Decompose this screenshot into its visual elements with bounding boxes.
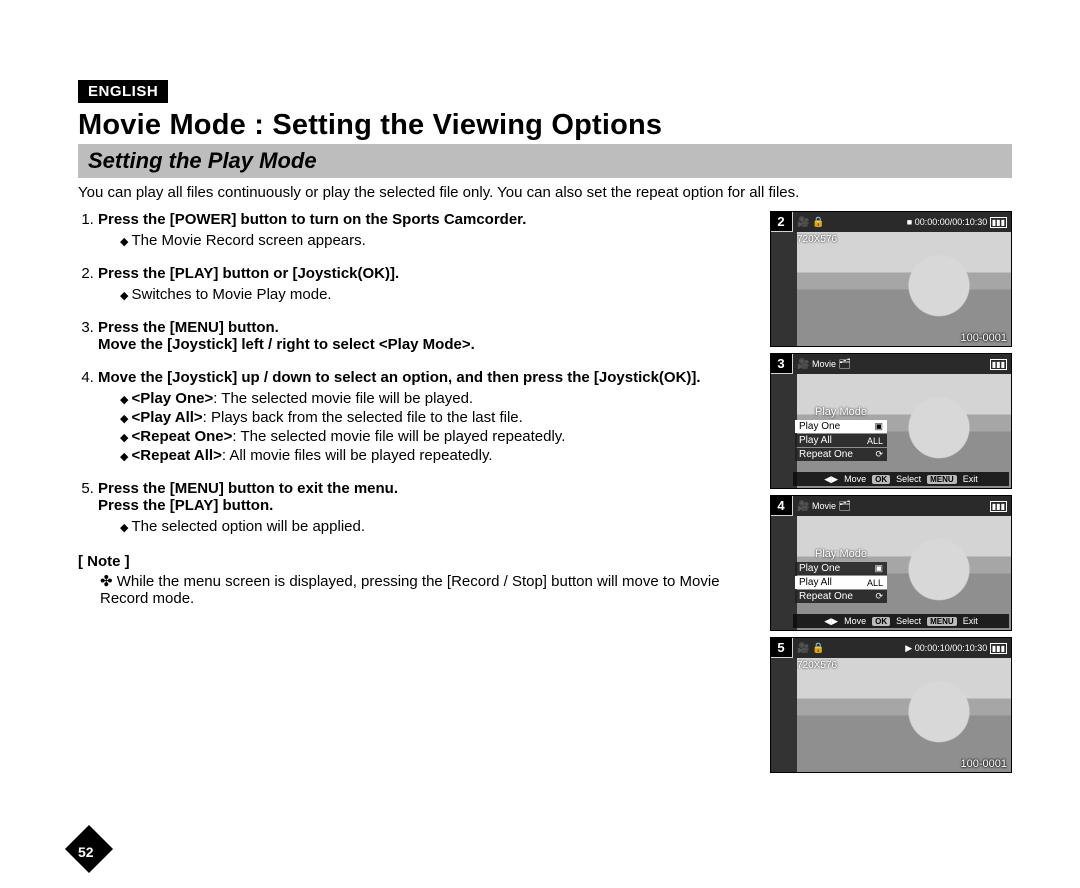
hint-bar: ◀▶Move OKSelect MENUExit bbox=[793, 472, 1009, 486]
mode-label: Movie bbox=[812, 359, 836, 369]
option-item: <Play One>: The selected movie file will… bbox=[120, 390, 756, 407]
lcd-screenshot-5: 5 00:00:10/00:10:30 720X576 100-0001 bbox=[770, 637, 1012, 773]
menu-item-play-all: Play AllALL bbox=[795, 434, 887, 447]
menu-item-repeat-one: Repeat One⟳ bbox=[795, 448, 887, 461]
step-title: Press the [MENU] button to exit the menu… bbox=[98, 480, 756, 514]
step-bullet: The selected option will be applied. bbox=[120, 518, 756, 535]
play-mode-menu: Play Mode Play One▣ Play AllALL Repeat O… bbox=[795, 406, 887, 462]
timecode: 00:00:00/00:10:30 bbox=[915, 217, 988, 227]
camera-icon bbox=[797, 217, 809, 227]
resolution-label: 720X576 bbox=[797, 660, 837, 671]
lock-icon bbox=[812, 217, 824, 227]
battery-icon bbox=[990, 643, 1007, 653]
menu-item-play-all: Play AllALL bbox=[795, 576, 887, 589]
screenshot-number: 5 bbox=[770, 637, 792, 657]
menu-item-play-one: Play One▣ bbox=[795, 420, 887, 433]
screenshot-number: 4 bbox=[770, 495, 792, 515]
copy-icon bbox=[839, 359, 852, 369]
menu-title: Play Mode bbox=[795, 406, 887, 418]
steps-list: Press the [POWER] button to turn on the … bbox=[78, 211, 756, 535]
mode-label: Movie bbox=[812, 501, 836, 511]
timecode: 00:00:10/00:10:30 bbox=[915, 643, 988, 653]
clip-number: 100-0001 bbox=[961, 332, 1008, 344]
option-item: <Repeat All>: All movie files will be pl… bbox=[120, 447, 756, 464]
note-item: While the menu screen is displayed, pres… bbox=[100, 572, 756, 607]
step-title: Press the [MENU] button. Move the [Joyst… bbox=[98, 319, 756, 353]
screenshot-number: 2 bbox=[770, 211, 792, 231]
note-label: [ Note ] bbox=[78, 553, 756, 570]
menu-title: Play Mode bbox=[795, 548, 887, 560]
intro-text: You can play all files continuously or p… bbox=[78, 184, 1012, 201]
option-item: <Play All>: Plays back from the selected… bbox=[120, 409, 756, 426]
camera-icon bbox=[797, 501, 809, 511]
battery-icon bbox=[990, 359, 1007, 369]
resolution-label: 720X576 bbox=[797, 234, 837, 245]
section-heading: Setting the Play Mode bbox=[78, 144, 1012, 178]
step-bullet: The Movie Record screen appears. bbox=[120, 232, 756, 249]
play-mode-menu: Play Mode Play One▣ Play AllALL Repeat O… bbox=[795, 548, 887, 604]
step-title: Press the [PLAY] button or [Joystick(OK)… bbox=[98, 265, 756, 282]
hint-bar: ◀▶Move OKSelect MENUExit bbox=[793, 614, 1009, 628]
copy-icon bbox=[839, 501, 852, 511]
step-title: Move the [Joystick] up / down to select … bbox=[98, 369, 756, 386]
stop-icon bbox=[907, 217, 912, 227]
page-number: 52 bbox=[78, 844, 94, 860]
lcd-screenshot-4: 4 Movie Play Mode Play One▣ Play AllALL … bbox=[770, 495, 1012, 631]
page-title: Movie Mode : Setting the Viewing Options bbox=[78, 109, 1012, 142]
step-bullet: Switches to Movie Play mode. bbox=[120, 286, 756, 303]
lcd-screenshot-3: 3 Movie Play Mode Play One▣ Play AllALL … bbox=[770, 353, 1012, 489]
step-title: Press the [POWER] button to turn on the … bbox=[98, 211, 756, 228]
camera-icon bbox=[797, 359, 809, 369]
menu-item-play-one: Play One▣ bbox=[795, 562, 887, 575]
option-item: <Repeat One>: The selected movie file wi… bbox=[120, 428, 756, 445]
lcd-screenshot-2: 2 00:00:00/00:10:30 720X576 100-0001 bbox=[770, 211, 1012, 347]
screenshot-number: 3 bbox=[770, 353, 792, 373]
language-tag: ENGLISH bbox=[78, 80, 168, 103]
camera-icon bbox=[797, 643, 809, 653]
lock-icon bbox=[812, 643, 824, 653]
clip-number: 100-0001 bbox=[961, 758, 1008, 770]
battery-icon bbox=[990, 501, 1007, 511]
battery-icon bbox=[990, 217, 1007, 227]
menu-item-repeat-one: Repeat One⟳ bbox=[795, 590, 887, 603]
play-icon bbox=[905, 643, 912, 653]
